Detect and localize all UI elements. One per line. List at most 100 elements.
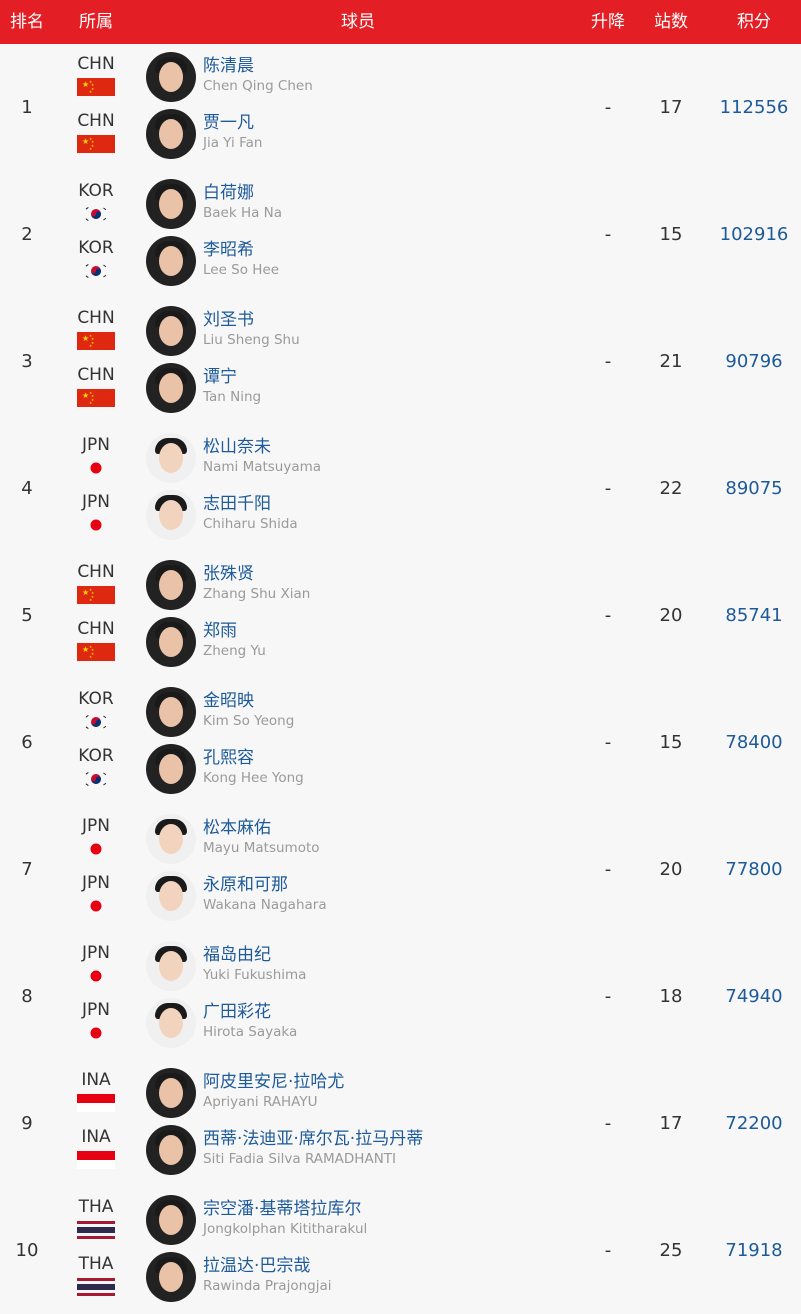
change-value: -: [604, 224, 612, 245]
player-name-cn[interactable]: 白荷娜: [203, 183, 254, 203]
player-name-cn[interactable]: 张殊贤: [203, 564, 254, 584]
player-avatar[interactable]: [146, 490, 196, 540]
table-row: 1-17 112556 CHN ★ ★ ★ ★ ★ 陈清晨 Chen Qing Chen CHN ★ ★…: [0, 44, 801, 171]
player-avatar[interactable]: [146, 744, 196, 794]
indonesia-flag-icon: [77, 1094, 115, 1112]
player-name-en: Baek Ha Na: [203, 205, 283, 221]
events-value: 15: [659, 224, 683, 245]
player-name-en: Liu Sheng Shu: [203, 332, 300, 348]
indonesia-flag-icon: [77, 1151, 115, 1169]
player-entry: KOR 白荷娜 Baek Ha Na: [0, 177, 600, 234]
player-name-cn[interactable]: 永原和可那: [203, 875, 288, 895]
player-name-cn[interactable]: 郑雨: [203, 621, 237, 641]
points-link[interactable]: 71918: [725, 1187, 782, 1314]
table-row: 9-17 72200 INA 阿皮里安尼·拉哈尤 Apriyani RAHAYU INA 西…: [0, 1060, 801, 1187]
player-name-cn[interactable]: 贾一凡: [203, 113, 254, 133]
player-name-en: Kong Hee Yong: [203, 770, 304, 786]
player-name-en: Yuki Fukushima: [203, 967, 307, 983]
points-link[interactable]: 77800: [725, 806, 782, 933]
svg-text:★: ★: [89, 344, 92, 348]
player-avatar[interactable]: [146, 236, 196, 286]
player-name-en: Zhang Shu Xian: [203, 586, 311, 602]
points-link[interactable]: 72200: [725, 1060, 782, 1187]
points-link[interactable]: 89075: [725, 425, 782, 552]
player-avatar[interactable]: [146, 433, 196, 483]
player-avatar[interactable]: [146, 52, 196, 102]
points-link[interactable]: 78400: [725, 679, 782, 806]
player-avatar[interactable]: [146, 687, 196, 737]
header-country: 所属: [79, 12, 113, 32]
player-avatar[interactable]: [146, 814, 196, 864]
player-name-cn[interactable]: 谭宁: [203, 367, 237, 387]
country-code: THA: [78, 1197, 114, 1217]
japan-flag-icon: [77, 897, 115, 915]
table-row: 3-21 90796 CHN ★ ★ ★ ★ ★ 刘圣书 Liu Sheng Shu CHN ★ ★ ★ ★…: [0, 298, 801, 425]
ranking-table: 排名 所属 球员 升降 站数 积分 1-17 112556 CHN ★ ★ ★ ★ ★ 陈清晨 C…: [0, 0, 801, 1314]
player-entry: KOR 李昭希 Lee So Hee: [0, 234, 600, 291]
player-avatar[interactable]: [146, 1125, 196, 1175]
player-name-en: Mayu Matsumoto: [203, 840, 320, 856]
header-change: 升降: [591, 12, 625, 32]
events-value: 25: [659, 1240, 683, 1261]
table-header: 排名 所属 球员 升降 站数 积分: [0, 0, 801, 44]
player-name-cn[interactable]: 松本麻佑: [203, 818, 271, 838]
player-entry: CHN ★ ★ ★ ★ ★ 郑雨 Zheng Yu: [0, 615, 600, 672]
player-entry: THA 拉温达·巴宗哉 Rawinda Prajongjai: [0, 1250, 600, 1307]
player-entry: CHN ★ ★ ★ ★ ★ 谭宁 Tan Ning: [0, 361, 600, 418]
events-value: 20: [659, 605, 683, 626]
table-row: 6-15 78400 KOR 金昭映 Kim So Yeong KOR 孔熙容 Kong He…: [0, 679, 801, 806]
player-avatar[interactable]: [146, 941, 196, 991]
change-value: -: [604, 986, 612, 1007]
table-row: 10-25 71918 THA 宗空潘·基蒂塔拉库尔 Jongkolphan Kitit…: [0, 1187, 801, 1314]
player-avatar[interactable]: [146, 363, 196, 413]
change-value: -: [604, 605, 612, 626]
japan-flag-icon: [77, 967, 115, 985]
player-name-en: Rawinda Prajongjai: [203, 1278, 332, 1294]
player-entry: JPN 福岛由纪 Yuki Fukushima: [0, 939, 600, 996]
player-entry: JPN 广田彩花 Hirota Sayaka: [0, 996, 600, 1053]
points-link[interactable]: 112556: [720, 44, 789, 171]
player-name-cn[interactable]: 金昭映: [203, 691, 254, 711]
svg-text:★: ★: [89, 90, 92, 94]
player-avatar[interactable]: [146, 871, 196, 921]
china-flag-icon: ★ ★ ★ ★ ★: [77, 586, 115, 604]
events-value: 15: [659, 732, 683, 753]
events-value: 20: [659, 859, 683, 880]
china-flag-icon: ★ ★ ★ ★ ★: [77, 78, 115, 96]
country-code: CHN: [77, 619, 115, 639]
player-avatar[interactable]: [146, 179, 196, 229]
player-entry: INA 阿皮里安尼·拉哈尤 Apriyani RAHAYU: [0, 1066, 600, 1123]
player-name-cn[interactable]: 陈清晨: [203, 56, 254, 76]
player-name-cn[interactable]: 松山奈未: [203, 437, 271, 457]
player-avatar[interactable]: [146, 998, 196, 1048]
player-name-cn[interactable]: 孔熙容: [203, 748, 254, 768]
points-link[interactable]: 90796: [725, 298, 782, 425]
player-avatar[interactable]: [146, 560, 196, 610]
player-name-cn[interactable]: 阿皮里安尼·拉哈尤: [203, 1072, 344, 1092]
player-name-cn[interactable]: 宗空潘·基蒂塔拉库尔: [203, 1199, 361, 1219]
player-avatar[interactable]: [146, 617, 196, 667]
points-link[interactable]: 102916: [720, 171, 789, 298]
player-avatar[interactable]: [146, 1252, 196, 1302]
player-avatar[interactable]: [146, 109, 196, 159]
player-name-en: Tan Ning: [203, 389, 262, 405]
player-avatar[interactable]: [146, 1068, 196, 1118]
player-name-cn[interactable]: 志田千阳: [203, 494, 271, 514]
player-avatar[interactable]: [146, 1195, 196, 1245]
player-name-cn[interactable]: 拉温达·巴宗哉: [203, 1256, 310, 1276]
player-entry: CHN ★ ★ ★ ★ ★ 陈清晨 Chen Qing Chen: [0, 50, 600, 107]
player-name-cn[interactable]: 李昭希: [203, 240, 254, 260]
player-name-cn[interactable]: 广田彩花: [203, 1002, 271, 1022]
player-name-cn[interactable]: 刘圣书: [203, 310, 254, 330]
player-name-cn[interactable]: 福岛由纪: [203, 945, 271, 965]
china-flag-icon: ★ ★ ★ ★ ★: [77, 135, 115, 153]
svg-text:★: ★: [89, 401, 92, 405]
country-code: JPN: [82, 1000, 110, 1020]
country-code: KOR: [78, 181, 114, 201]
china-flag-icon: ★ ★ ★ ★ ★: [77, 332, 115, 350]
player-name-cn[interactable]: 西蒂·法迪亚·席尔瓦·拉马丹蒂: [203, 1129, 423, 1149]
player-entry: CHN ★ ★ ★ ★ ★ 张殊贤 Zhang Shu Xian: [0, 558, 600, 615]
points-link[interactable]: 74940: [725, 933, 782, 1060]
points-link[interactable]: 85741: [725, 552, 782, 679]
player-avatar[interactable]: [146, 306, 196, 356]
